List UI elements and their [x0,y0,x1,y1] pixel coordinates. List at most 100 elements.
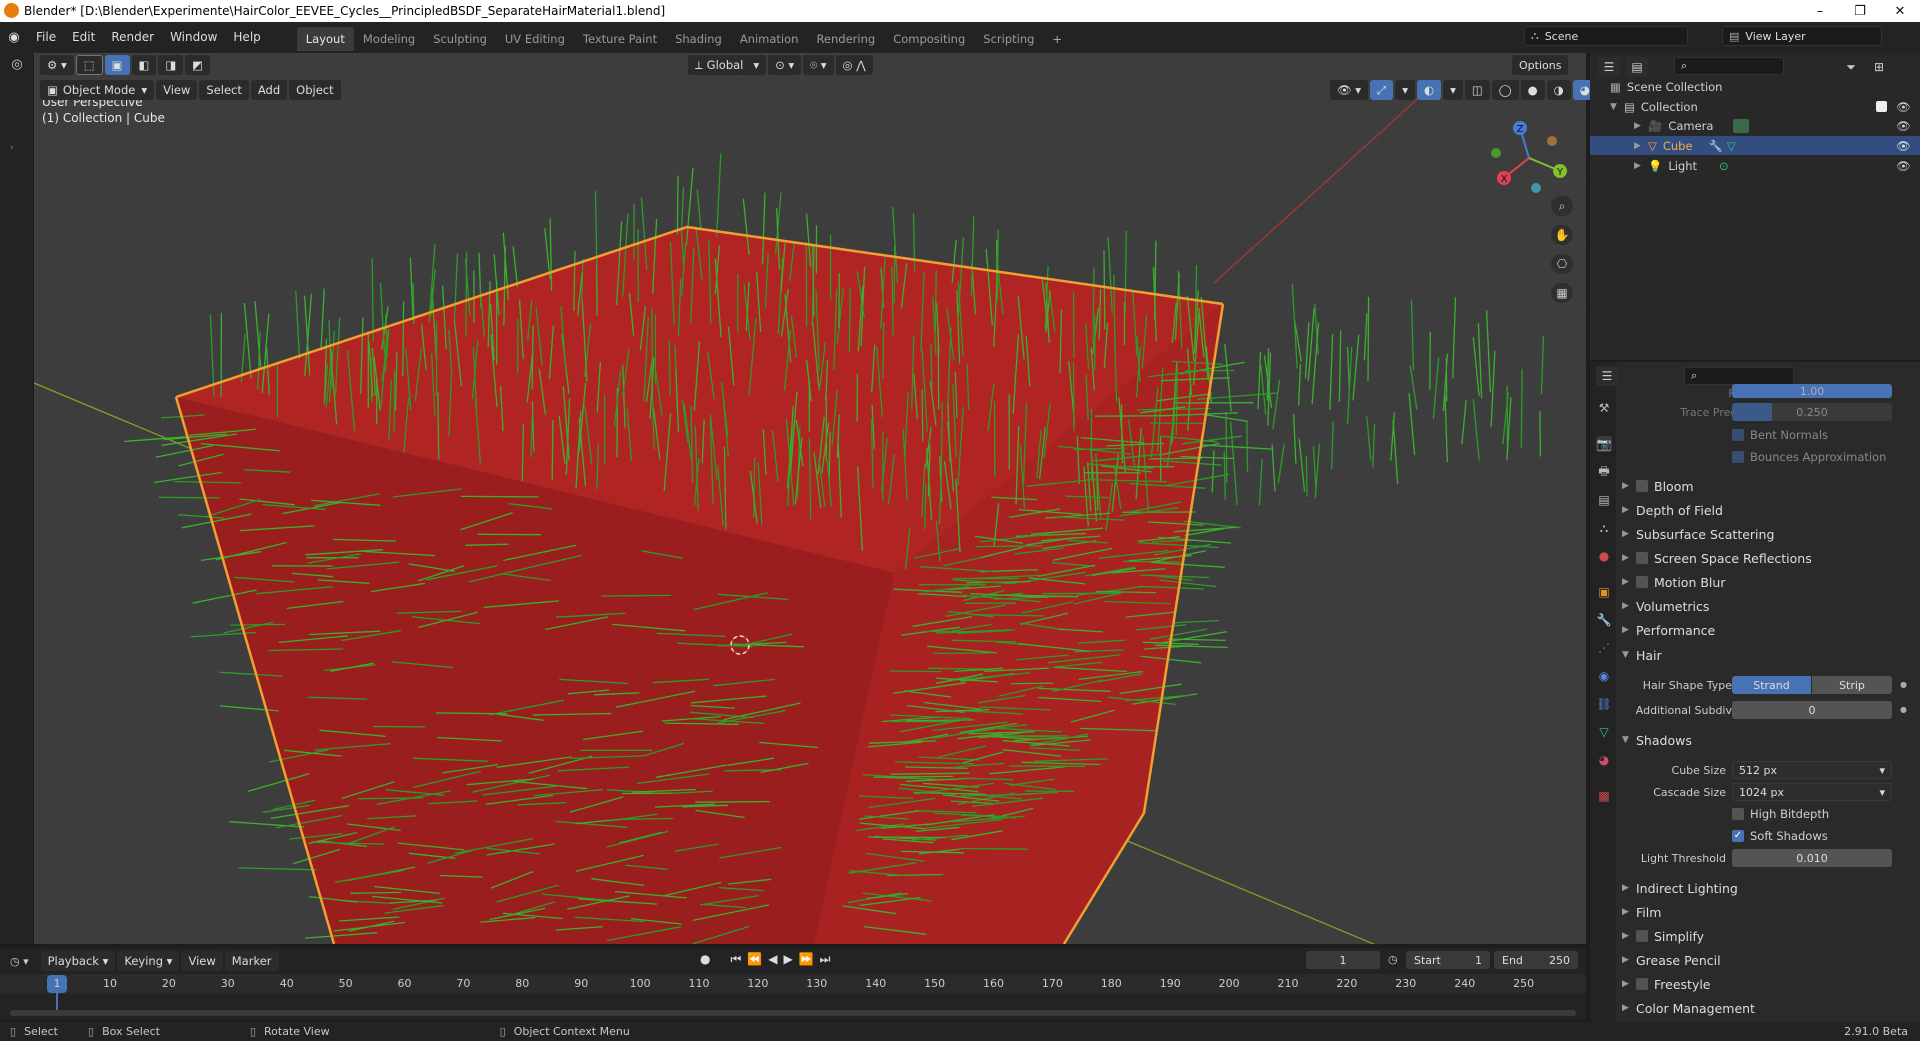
viewport-scene[interactable] [34,53,1586,944]
jump-start-icon[interactable]: ⏮ [730,952,741,967]
shading-solid-icon[interactable]: ● [1520,80,1545,100]
collection-checkbox[interactable] [1876,101,1887,112]
scene-selector[interactable]: ⛬ Scene [1524,26,1688,46]
tool-settings-icon[interactable]: ⚙ ▾ [40,55,74,75]
collapse-triangle-icon[interactable]: ▼ [1622,650,1636,660]
panel-freestyle[interactable]: ▶ Freestyle [1622,972,1918,996]
light-data-icon[interactable]: ⊙ [1719,159,1729,173]
panel-indirect-lighting[interactable]: ▶ Indirect Lighting [1622,876,1918,900]
proportional-edit-icon[interactable]: ◎ ⋀ [835,55,873,75]
visibility-icon[interactable]: 👁 ▾ [1330,80,1369,100]
panel-grease-pencil[interactable]: ▶ Grease Pencil [1622,948,1918,972]
tool-tab-icon[interactable]: ⚒ [1596,400,1612,416]
jump-end-icon[interactable]: ⏭ [820,952,831,967]
record-icon[interactable]: ● [700,952,710,967]
gizmo-neg-y-axis[interactable] [1547,136,1557,146]
outliner-item-light[interactable]: ▶ 💡 Light ⊙ 👁 [1590,156,1920,175]
timeline-menu-keying[interactable]: Keying ▾ [117,951,180,971]
constraints-tab-icon[interactable]: ⛓ [1596,696,1612,712]
pan-hand-icon[interactable]: ✋ [1551,225,1573,245]
preview-range-icon[interactable]: ◷ [1388,953,1398,966]
outliner-search-input[interactable]: ⌕ [1674,57,1784,75]
overlays-toggle-icon[interactable]: ◐ [1417,80,1442,100]
select-mode-subtract-icon[interactable]: ◨ [158,55,184,75]
editor-type-icon[interactable]: ◎ [6,57,28,77]
workspace-tab-rendering[interactable]: Rendering [807,27,884,51]
expand-triangle-icon[interactable]: ▶ [1622,955,1636,965]
view-layer-selector[interactable]: ▤ View Layer [1722,26,1882,46]
properties-editor-type-icon[interactable]: ☰ [1596,366,1618,386]
add-workspace-button[interactable]: + [1043,27,1071,51]
menu-edit[interactable]: Edit [64,22,103,53]
bounces-approx-checkbox-row[interactable]: Bounces Approximation [1732,447,1886,466]
expand-triangle-icon[interactable]: ▶ [1622,553,1636,563]
viewport-menu-add[interactable]: Add [250,80,288,100]
view-layer-tab-icon[interactable]: ▤ [1596,492,1612,508]
panel-film[interactable]: ▶ Film [1622,900,1918,924]
workspace-tab-layout[interactable]: Layout [296,26,354,51]
panel-shadows[interactable]: ▼ Shadows [1622,728,1918,752]
outliner-item-camera[interactable]: ▶ 🎥 Camera 👁 [1590,116,1920,135]
workspace-tab-modeling[interactable]: Modeling [354,27,424,51]
mesh-data-icon[interactable]: ▽ [1727,139,1736,153]
expand-triangle-icon[interactable]: ▶ [1622,907,1636,917]
select-mode-intersect-icon[interactable]: ◩ [185,55,211,75]
zoom-icon[interactable]: ⌕ [1551,196,1573,216]
eye-icon[interactable]: 👁 [1896,100,1911,114]
keyframe-dot-icon[interactable]: ● [1900,680,1907,689]
timeline-menu-playback[interactable]: Playback ▾ [40,951,116,971]
expand-triangle-icon[interactable]: ▶ [1622,625,1636,635]
filter-icon[interactable]: ⏷ [1840,57,1862,77]
panel-hair[interactable]: ▼ Hair [1622,643,1918,667]
timeline-menu-view[interactable]: View [181,951,223,971]
eye-icon[interactable]: 👁 [1896,119,1911,133]
workspace-tab-uv-editing[interactable]: UV Editing [496,27,574,51]
shading-material-icon[interactable]: ◑ [1546,80,1571,100]
object-tab-icon[interactable]: ▣ [1596,584,1612,600]
texture-tab-icon[interactable]: ▩ [1596,788,1612,804]
panel-depth-of-field[interactable]: ▶ Depth of Field [1622,498,1918,522]
workspace-tab-shading[interactable]: Shading [666,27,731,51]
shading-wireframe-icon[interactable]: ◯ [1491,80,1519,100]
xray-toggle-icon[interactable]: ◫ [1464,80,1490,100]
viewport-menu-select[interactable]: Select [199,80,249,100]
new-collection-icon[interactable]: ⊞ [1868,57,1890,77]
overlays-dropdown-icon[interactable]: ▾ [1443,80,1463,100]
panel-simplify[interactable]: ▶ Simplify [1622,924,1918,948]
gizmo-dropdown-icon[interactable]: ▾ [1395,80,1416,100]
collapse-triangle-icon[interactable]: ▼ [1610,102,1624,112]
display-mode-icon[interactable]: ▤ [1626,57,1648,77]
particles-tab-icon[interactable]: ⋰ [1596,640,1612,656]
workspace-tab-texture-paint[interactable]: Texture Paint [574,27,666,51]
expand-triangle-icon[interactable]: ▶ [1622,931,1636,941]
menu-window[interactable]: Window [162,22,225,53]
select-mode-new-icon[interactable]: ▣ [104,55,130,75]
outliner-scene-collection[interactable]: ▦ Scene Collection [1610,77,1910,96]
data-tab-icon[interactable]: ▽ [1596,724,1612,740]
play-icon[interactable]: ▶ [783,952,792,967]
expand-triangle-icon[interactable]: ▶ [1622,601,1636,611]
current-frame-field[interactable]: 1 [1306,951,1380,969]
panel-enable-checkbox[interactable] [1636,552,1648,564]
outliner-collection[interactable]: ▼ ▤ Collection 👁 [1610,97,1916,116]
menu-file[interactable]: File [28,22,64,53]
expand-triangle-icon[interactable]: ▶ [1634,121,1648,131]
options-dropdown[interactable]: Options [1512,55,1570,75]
panel-performance[interactable]: ▶ Performance [1622,618,1918,642]
panel-enable-checkbox[interactable] [1636,480,1648,492]
jump-keyframe-forward-icon[interactable]: ⏩ [799,952,814,967]
play-reverse-icon[interactable]: ◀ [768,952,777,967]
soft-shadows-row[interactable]: ✓ Soft Shadows [1732,826,1828,845]
bounces-approx-checkbox[interactable] [1732,450,1744,463]
material-tab-icon[interactable]: ◕ [1596,752,1612,768]
output-tab-icon[interactable]: 🖶 [1596,464,1612,480]
render-tab-icon[interactable]: 📷 [1596,436,1612,452]
panel-enable-checkbox[interactable] [1636,930,1648,942]
hair-shape-strip-button[interactable]: Strip [1812,676,1892,694]
panel-bloom[interactable]: ▶ Bloom [1622,474,1918,498]
workspace-tab-compositing[interactable]: Compositing [884,27,974,51]
snap-icon[interactable]: ⌾ ▾ [803,55,834,75]
cascade-size-dropdown[interactable]: 1024 px ▾ [1732,783,1892,801]
additional-subdiv-field[interactable]: 0 [1732,701,1892,719]
expand-triangle-icon[interactable]: ▶ [1634,141,1648,151]
